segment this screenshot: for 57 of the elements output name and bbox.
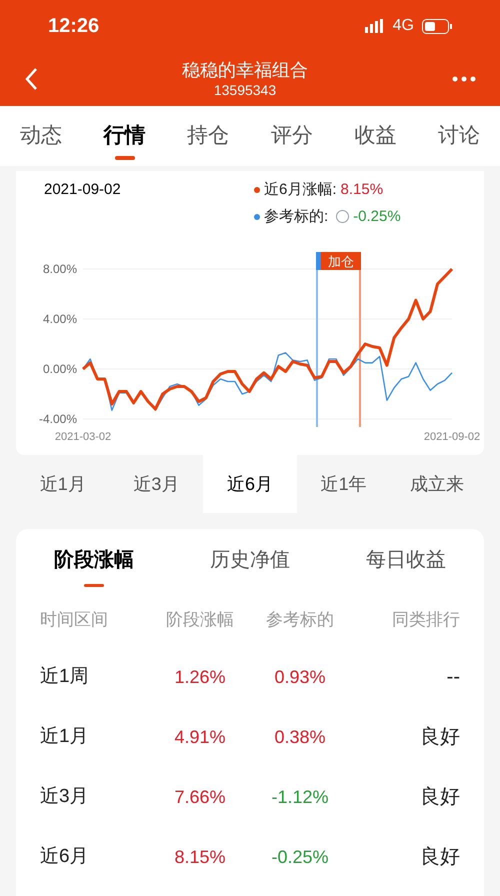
- chart-date: 2021-09-02: [44, 180, 122, 200]
- legend-label: 近6月涨幅:: [264, 180, 337, 200]
- column-header: 参考标的: [265, 609, 335, 631]
- battery-icon: [422, 18, 452, 34]
- y-axis-label: 0.00%: [42, 362, 77, 376]
- table-cell-text: 0.38%: [273, 726, 327, 748]
- table-cell-text: 7.66%: [173, 786, 227, 808]
- period-tab[interactable]: 近1年: [296, 455, 390, 513]
- table-cell-text: 1.26%: [173, 666, 227, 688]
- table-cell-text: 良好: [419, 785, 460, 810]
- table-cell-text: -0.25%: [270, 846, 330, 868]
- more-icon[interactable]: [452, 76, 476, 82]
- y-axis-label: 8.00%: [42, 262, 77, 276]
- section-tab[interactable]: 历史净值: [210, 545, 290, 587]
- y-axis-label: 4.00%: [42, 312, 77, 326]
- table-cell-text: -1.12%: [270, 786, 330, 808]
- nav-tab[interactable]: 评分: [266, 112, 317, 160]
- nav-tab[interactable]: 行情: [100, 112, 150, 160]
- section-tab[interactable]: 每日收益: [366, 545, 446, 587]
- table-cell-text: 近6月: [40, 844, 90, 869]
- portfolio-title: 稳稳的幸福组合: [182, 59, 308, 81]
- table-cell-text: 良好: [419, 845, 460, 870]
- table-cell-text: 近3月: [40, 784, 90, 809]
- nav-tab[interactable]: 动态: [16, 112, 66, 160]
- back-icon[interactable]: [24, 67, 38, 91]
- period-tab[interactable]: 近6月: [203, 455, 297, 513]
- annotation: 加仓: [328, 254, 354, 269]
- nav-tab[interactable]: 收益: [350, 112, 400, 160]
- legend-label: 参考标的:: [264, 206, 328, 226]
- table-cell-text: 近1月: [40, 724, 90, 749]
- y-axis-label: -4.00%: [38, 412, 77, 426]
- nav-tab[interactable]: 讨论: [434, 112, 484, 160]
- x-axis-label: 2021-09-02: [424, 431, 480, 443]
- period-tab[interactable]: 成立来: [390, 455, 484, 513]
- table-cell-text: 良好: [419, 725, 460, 750]
- legend-value: 8.15%: [340, 180, 384, 200]
- clock: 12:26: [48, 14, 100, 39]
- marker-flag: [316, 252, 321, 270]
- table-cell-text: --: [446, 665, 460, 690]
- column-header: 阶段涨幅: [165, 609, 235, 631]
- nav-tab[interactable]: 持仓: [183, 112, 234, 160]
- table-cell-text: 0.93%: [273, 666, 327, 688]
- info-icon[interactable]: [336, 210, 350, 224]
- signal-icon: [364, 19, 385, 33]
- legend-value: -0.25%: [353, 206, 401, 226]
- section-tab[interactable]: 阶段涨幅: [54, 545, 134, 587]
- x-axis-label: 2021-03-02: [54, 431, 112, 443]
- table-cell-text: 4.91%: [173, 726, 227, 748]
- column-header: 同类排行: [391, 609, 460, 631]
- network-label: 4G: [392, 16, 414, 36]
- add-position-tag: 加仓: [321, 252, 361, 270]
- period-tab[interactable]: 近1月: [16, 455, 110, 513]
- portfolio-code: 13595343: [214, 81, 276, 99]
- column-header: 时间区间: [40, 609, 109, 631]
- table-cell-text: 8.15%: [173, 846, 227, 868]
- table-cell-text: 近1周: [40, 664, 90, 689]
- period-tab[interactable]: 近3月: [110, 455, 204, 513]
